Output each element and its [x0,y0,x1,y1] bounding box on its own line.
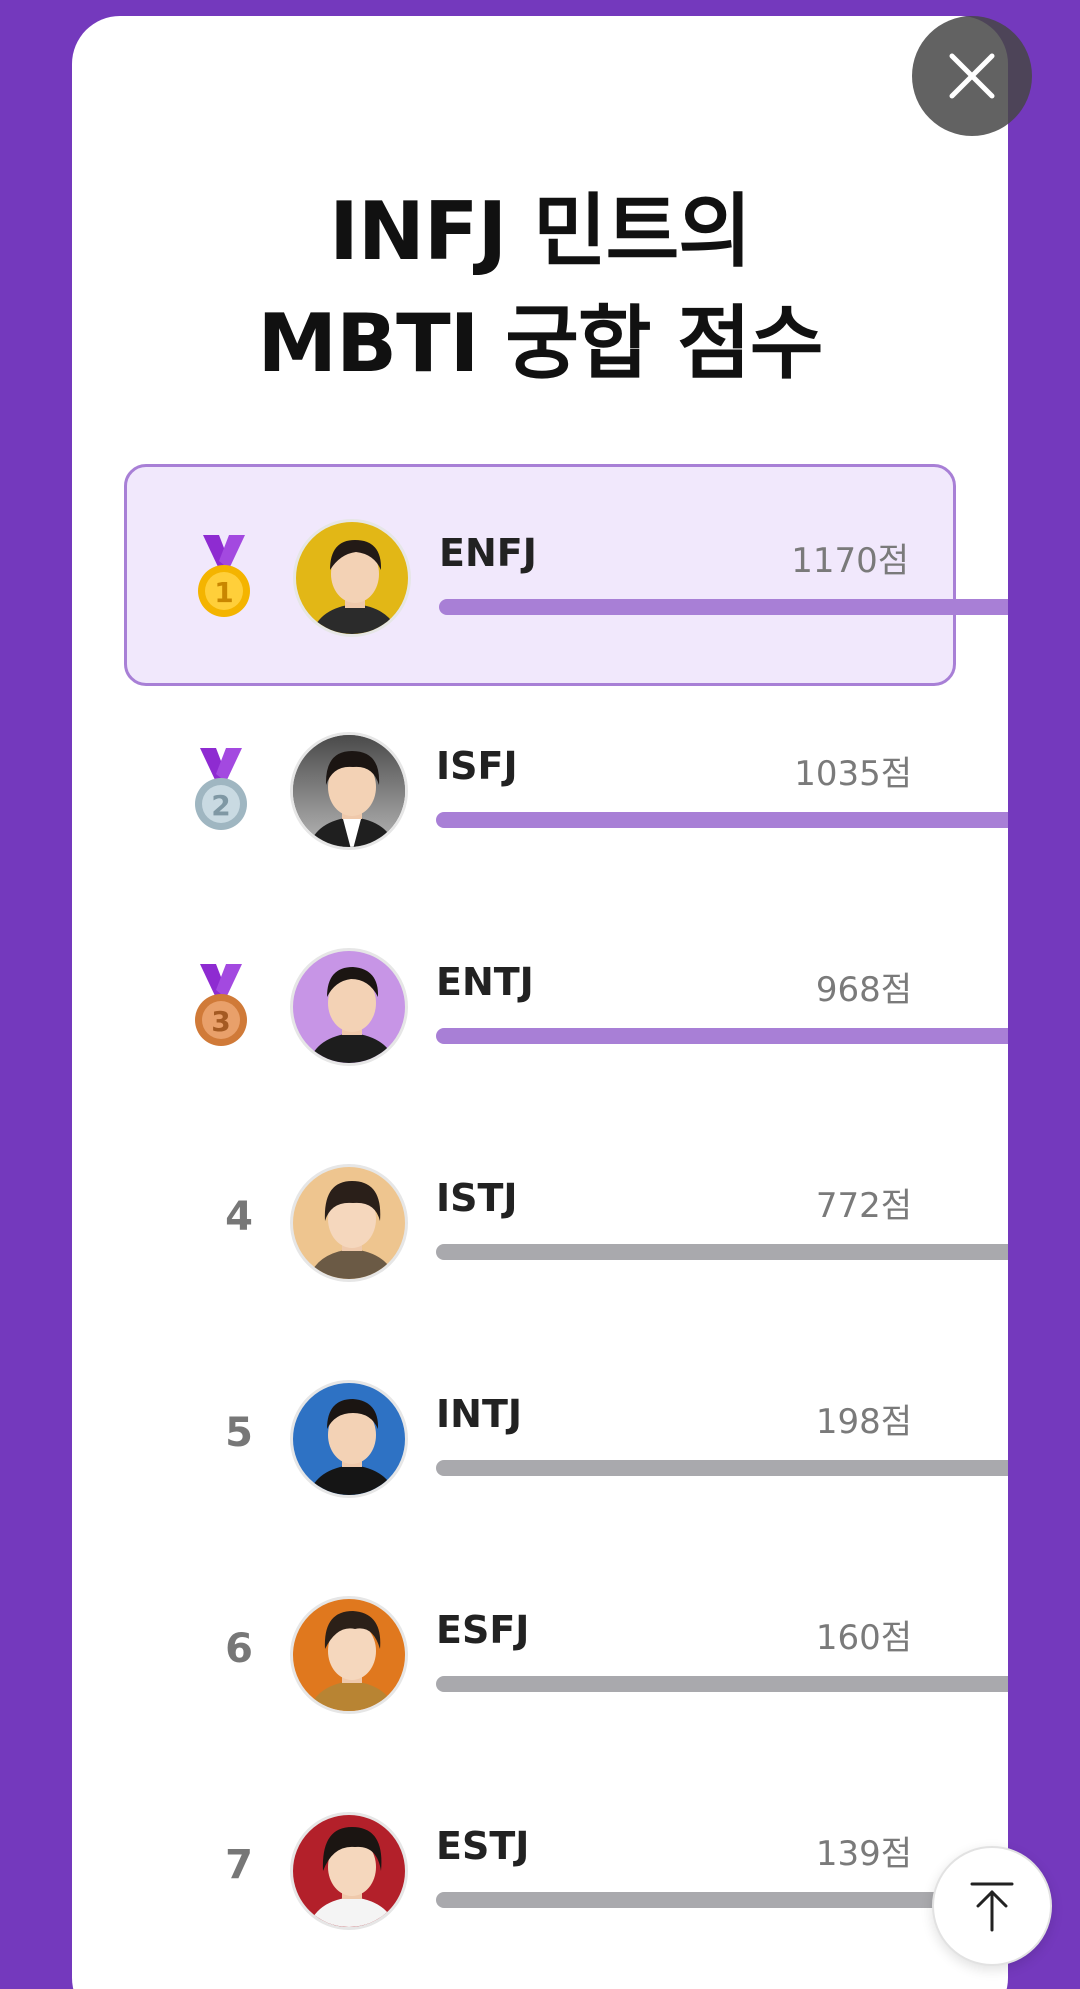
type-label: ENFJ [439,531,537,575]
type-label: ENTJ [436,960,534,1004]
compatibility-modal: INFJ 민트의 MBTI 궁합 점수 1 ENFJ 1170점 2 ISFJ … [72,16,1008,1989]
score-label: 1170점 [791,541,909,581]
avatar [293,519,411,637]
bronze-medal-icon: 3 [195,964,247,1046]
avatar [290,1380,408,1498]
scroll-to-top-button[interactable] [932,1846,1052,1966]
type-label: ESFJ [436,1608,530,1652]
avatar [290,1812,408,1930]
score-label: 198점 [815,1402,912,1442]
score-label: 139점 [815,1834,912,1874]
svg-text:2: 2 [211,789,230,822]
avatar [290,948,408,1066]
score-bar [436,812,1008,828]
page-title: INFJ 민트의 MBTI 궁합 점수 [72,176,1008,400]
svg-text:3: 3 [211,1005,230,1038]
score-label: 1035점 [794,754,912,794]
score-bar [436,1244,1008,1260]
avatar [290,732,408,850]
ranking-row-4[interactable]: 4 ISTJ 772점 [124,1112,1008,1334]
title-line-2: MBTI 궁합 점수 [257,297,823,390]
score-label: 160점 [815,1618,912,1658]
ranking-row-7[interactable]: 7 ESTJ 139점 [124,1760,1008,1982]
score-label: 968점 [815,970,912,1010]
close-icon [949,53,995,99]
type-label: ISFJ [436,744,518,788]
ranking-row-2[interactable]: 2 ISFJ 1035점 [124,680,1008,902]
type-label: INTJ [436,1392,523,1436]
rank-number: 7 [225,1842,253,1888]
ranking-row-5[interactable]: 5 INTJ 198점 [124,1328,1008,1550]
score-bar [436,1892,1008,1908]
avatar [290,1164,408,1282]
type-label: ISTJ [436,1176,518,1220]
svg-text:1: 1 [214,576,233,609]
score-bar [436,1460,1008,1476]
score-label: 772점 [815,1186,912,1226]
silver-medal-icon: 2 [195,748,247,830]
gold-medal-icon: 1 [198,535,250,617]
score-bar [436,1028,1008,1044]
rank-number: 5 [225,1410,253,1456]
arrow-up-to-top-icon [970,1882,1014,1932]
avatar [290,1596,408,1714]
ranking-row-3[interactable]: 3 ENTJ 968점 [124,896,1008,1118]
rank-number: 6 [225,1626,253,1672]
rank-number: 4 [225,1194,253,1240]
type-label: ESTJ [436,1824,530,1868]
close-button[interactable] [912,16,1032,136]
ranking-row-1[interactable]: 1 ENFJ 1170점 [124,464,1008,686]
score-bar [439,599,1008,615]
ranking-row-6[interactable]: 6 ESFJ 160점 [124,1544,1008,1766]
score-bar [436,1676,1008,1692]
title-line-1: INFJ 민트의 [329,185,752,278]
